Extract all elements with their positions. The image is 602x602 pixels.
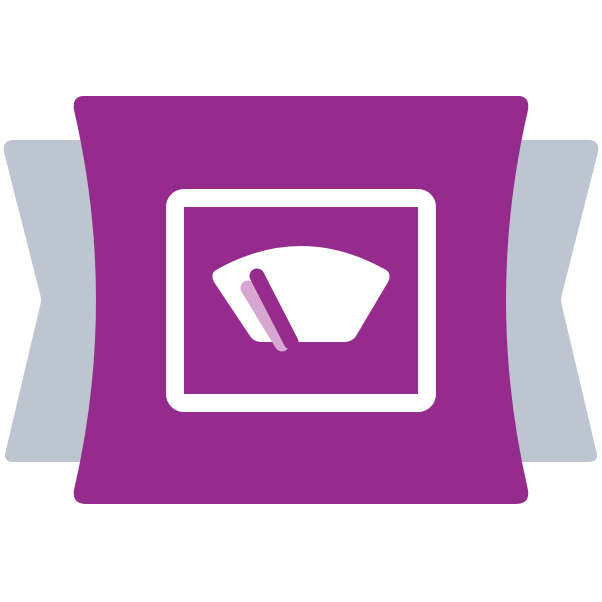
ribbon-left-tail bbox=[3, 140, 100, 462]
ribbon-right-tail bbox=[502, 140, 599, 462]
gauge-dashboard-icon bbox=[3, 96, 599, 504]
icon-canvas bbox=[0, 0, 602, 602]
